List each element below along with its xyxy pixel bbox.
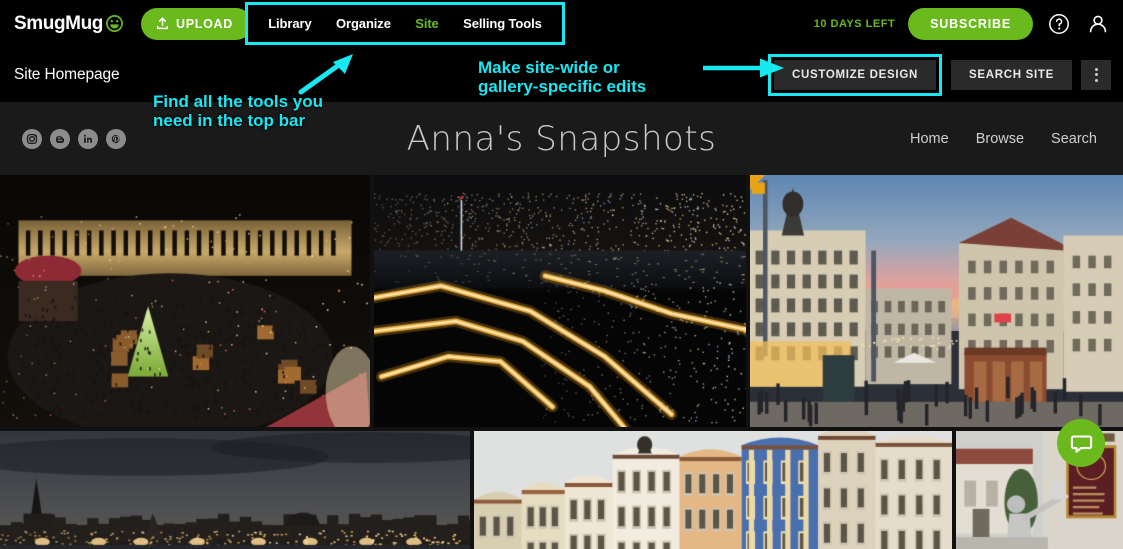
customize-design-button[interactable]: CUSTOMIZE DESIGN xyxy=(773,59,936,90)
admin-topbar: SmugMug UPLOAD Library Organize Site Sel… xyxy=(0,0,1123,47)
customize-design-highlight-box: CUSTOMIZE DESIGN xyxy=(767,53,942,96)
photo-image xyxy=(474,431,952,549)
chat-widget-button[interactable] xyxy=(1057,419,1105,467)
upload-button[interactable]: UPLOAD xyxy=(141,7,253,40)
gallery-photo-night-city-highways-aerial[interactable] xyxy=(374,175,746,427)
trial-days-left: 10 DAYS LEFT xyxy=(813,17,896,30)
gallery-photo-grid xyxy=(0,175,1123,549)
site-nav-home[interactable]: Home xyxy=(910,131,949,147)
gallery-photo-twilight-city-square-sunset[interactable] xyxy=(750,175,1123,427)
person-icon[interactable] xyxy=(1085,11,1111,37)
nav-item-library[interactable]: Library xyxy=(268,16,311,31)
site-nav-search[interactable]: Search xyxy=(1051,131,1097,147)
gallery-photo-night-christmas-market-square[interactable] xyxy=(0,175,370,427)
site-nav-browse[interactable]: Browse xyxy=(976,131,1024,147)
more-vertical-icon[interactable] xyxy=(1081,59,1111,90)
smugmug-logo[interactable]: SmugMug xyxy=(14,13,123,35)
photo-image xyxy=(0,175,370,427)
dot xyxy=(1094,73,1098,76)
subscribe-button[interactable]: SUBSCRIBE xyxy=(908,7,1033,40)
search-site-button[interactable]: SEARCH SITE xyxy=(950,59,1072,90)
nav-item-site[interactable]: Site xyxy=(415,16,439,31)
admin-nav-highlight-box: Library Organize Site Selling Tools xyxy=(245,2,565,45)
upload-label: UPLOAD xyxy=(176,16,234,31)
horizontal-right-arrow-icon xyxy=(703,58,784,78)
chat-bubble-icon xyxy=(1070,434,1092,453)
gallery-photo-dusk-prague-skyline-panorama[interactable] xyxy=(0,431,470,549)
photo-image xyxy=(374,175,746,427)
annotation-customize-edits: Make site-wide or gallery-specific edits xyxy=(478,58,647,97)
smugmug-smile-icon xyxy=(106,15,123,32)
dot xyxy=(1094,78,1098,82)
site-nav: Home Browse Search xyxy=(910,131,1097,147)
dot xyxy=(1094,67,1098,71)
nav-item-selling-tools[interactable]: Selling Tools xyxy=(463,16,542,31)
page-title: Site Homepage xyxy=(14,65,120,83)
photo-image xyxy=(750,175,1123,427)
nav-item-organize[interactable]: Organize xyxy=(336,16,391,31)
annotation-top-bar-tools: Find all the tools you need in the top b… xyxy=(153,92,323,131)
site-actions: CUSTOMIZE DESIGN SEARCH SITE xyxy=(767,47,1111,102)
gallery-photo-baroque-colorful-facades[interactable] xyxy=(474,431,952,549)
diagonal-up-right-arrow-icon xyxy=(298,54,353,95)
topbar-right-cluster: 10 DAYS LEFT SUBSCRIBE xyxy=(814,0,1111,47)
smugmug-site-homepage: SmugMug UPLOAD Library Organize Site Sel… xyxy=(0,0,1123,549)
logo-wordmark: SmugMug xyxy=(14,12,104,34)
help-circle-icon[interactable] xyxy=(1046,11,1072,37)
upload-arrow-icon xyxy=(156,17,169,30)
photo-corner-badge xyxy=(750,175,765,190)
photo-image xyxy=(0,431,470,549)
